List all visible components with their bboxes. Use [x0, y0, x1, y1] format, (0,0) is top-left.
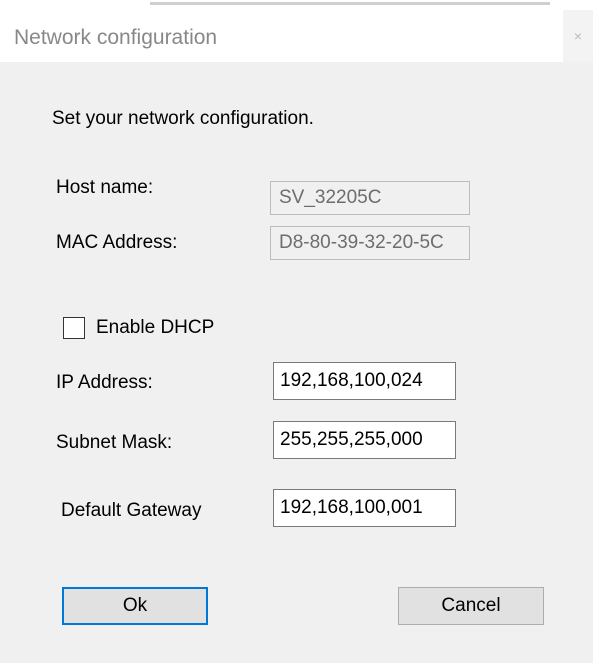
dhcp-label[interactable]: Enable DHCP	[96, 317, 214, 339]
ip-address-input[interactable]: 192,168,100,024	[273, 362, 456, 400]
host-name-label: Host name:	[56, 177, 154, 198]
ok-button[interactable]: Ok	[62, 587, 208, 625]
default-gateway-input[interactable]: 192,168,100,001	[273, 489, 456, 527]
window-title: Network configuration	[14, 26, 218, 49]
host-name-field: SV_32205C	[270, 181, 470, 215]
ip-address-label: IP Address:	[56, 372, 153, 393]
title-bar[interactable]: Network configuration ×	[0, 10, 593, 62]
cancel-button[interactable]: Cancel	[398, 587, 544, 625]
top-strip-line	[150, 2, 550, 5]
close-button[interactable]: ×	[563, 10, 593, 62]
top-strip	[0, 0, 593, 10]
mac-address-label: MAC Address:	[56, 232, 178, 253]
subnet-mask-input[interactable]: 255,255,255,000	[273, 421, 456, 459]
mac-address-field: D8-80-39-32-20-5C	[270, 226, 470, 260]
default-gateway-label: Default Gateway	[61, 500, 202, 521]
dhcp-checkbox[interactable]	[63, 317, 85, 339]
instruction-text: Set your network configuration.	[52, 108, 314, 129]
close-icon: ×	[573, 28, 583, 44]
network-config-dialog: Network configuration × Set your network…	[0, 0, 593, 663]
subnet-mask-label: Subnet Mask:	[56, 432, 173, 453]
